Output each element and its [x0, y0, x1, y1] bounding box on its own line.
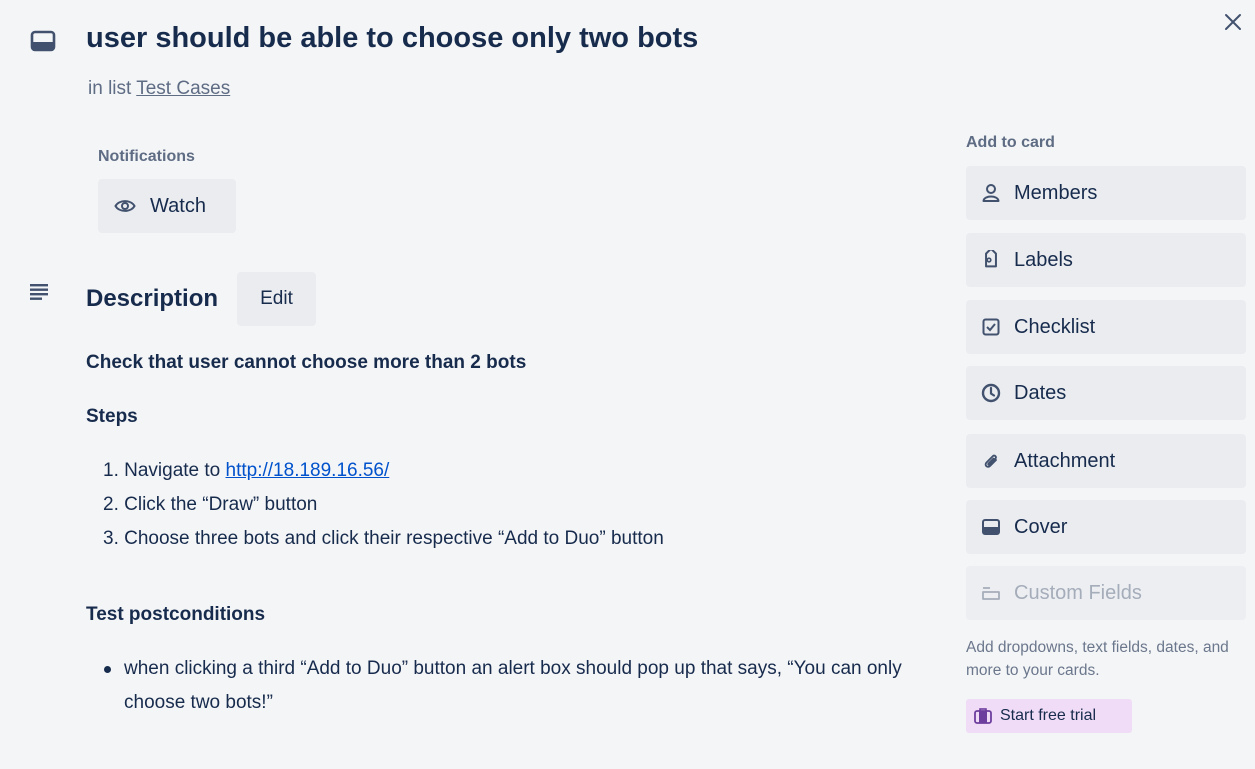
card-title: user should be able to choose only two b… [86, 22, 699, 54]
card-icon [30, 30, 56, 52]
briefcase-icon [974, 708, 992, 724]
step-text: 3. Choose three bots and click their res… [103, 528, 664, 549]
checklist-button[interactable]: Checklist [966, 300, 1246, 354]
person-icon [982, 184, 1000, 202]
list-item: 1. Navigate to http://18.189.16.56/ [86, 454, 664, 488]
step-link[interactable]: http://18.189.16.56/ [226, 460, 390, 481]
custom-fields-button: Custom Fields [966, 566, 1246, 620]
paperclip-icon [984, 454, 997, 468]
description-icon [30, 284, 48, 300]
steps-heading: Steps [86, 406, 138, 427]
members-label: Members [1014, 181, 1098, 204]
labels-label: Labels [1014, 248, 1073, 271]
cover-icon [982, 519, 1000, 535]
checklist-label: Checklist [1014, 315, 1096, 338]
watch-button[interactable]: Watch [98, 179, 236, 233]
notifications-heading: Notifications [98, 148, 195, 165]
cover-label: Cover [1014, 515, 1068, 538]
custom-fields-label: Custom Fields [1014, 581, 1142, 604]
list-item: when clicking a third “Add to Duo” butto… [104, 652, 924, 720]
eye-icon [114, 200, 136, 212]
checkbox-icon [982, 318, 1000, 336]
postcondition-text: when clicking a third “Add to Duo” butto… [124, 658, 902, 713]
add-to-card-heading: Add to card [966, 134, 1055, 151]
close-icon [1225, 14, 1241, 30]
start-free-trial-button[interactable]: Start free trial [966, 699, 1132, 733]
postconditions-list: when clicking a third “Add to Duo” butto… [86, 652, 924, 720]
attachment-label: Attachment [1014, 449, 1116, 472]
dates-button[interactable]: Dates [966, 366, 1246, 420]
description-lead: Check that user cannot choose more than … [86, 352, 527, 373]
list-prefix: in list [88, 78, 132, 99]
cover-button[interactable]: Cover [966, 500, 1246, 554]
custom-fields-note: Add dropdowns, text fields, dates, and m… [966, 639, 1229, 679]
attachment-button[interactable]: Attachment [966, 434, 1246, 488]
step-text: 1. Navigate to [103, 460, 226, 481]
list-breadcrumb: in list Test Cases [88, 78, 230, 100]
dates-label: Dates [1014, 381, 1067, 404]
close-button[interactable] [1219, 8, 1247, 36]
labels-button[interactable]: Labels [966, 233, 1246, 287]
list-item: 2. Click the “Draw” button [86, 488, 664, 522]
postconditions-heading: Test postconditions [86, 604, 266, 625]
steps-list: 1. Navigate to http://18.189.16.56/ 2. C… [86, 454, 664, 556]
edit-description-button[interactable]: Edit [237, 272, 316, 326]
step-text: 2. Click the “Draw” button [103, 494, 318, 515]
description-heading: Description [86, 285, 219, 312]
tag-icon [985, 250, 997, 268]
watch-label: Watch [150, 194, 206, 217]
custom-fields-icon [982, 587, 1000, 600]
description-body: Check that user cannot choose more than … [86, 352, 906, 713]
start-free-trial-label: Start free trial [1000, 707, 1097, 724]
list-link[interactable]: Test Cases [136, 78, 230, 99]
bullet [104, 666, 111, 673]
members-button[interactable]: Members [966, 166, 1246, 220]
list-item: 3. Choose three bots and click their res… [86, 522, 664, 556]
clock-icon [981, 383, 1001, 403]
